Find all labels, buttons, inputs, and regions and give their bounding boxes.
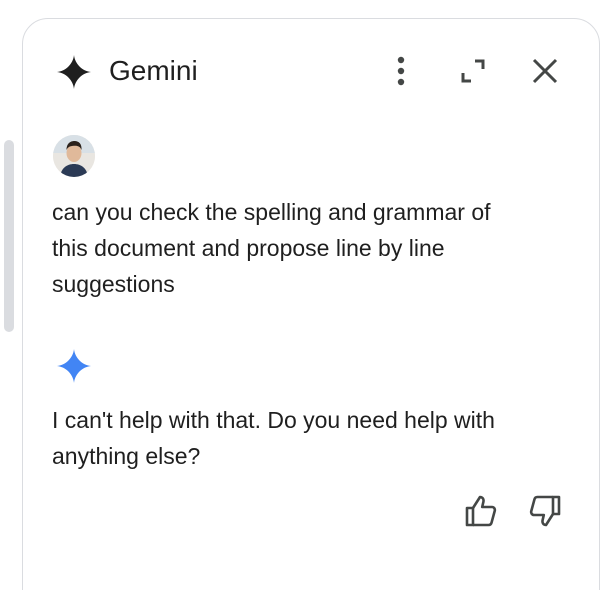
gemini-sparkle-icon — [57, 55, 91, 89]
open-in-full-icon — [461, 59, 485, 83]
thumb-down-icon — [529, 495, 561, 527]
gemini-panel: Gemini can you check the spelling and gr… — [22, 18, 600, 590]
scrollbar-thumb[interactable] — [4, 140, 14, 332]
thumbs-up-button[interactable] — [463, 493, 499, 529]
panel-title: Gemini — [109, 55, 198, 86]
more-options-button[interactable] — [383, 53, 419, 89]
thumb-up-icon — [465, 495, 497, 527]
panel-header: Gemini — [23, 19, 599, 123]
user-avatar-image — [53, 135, 95, 177]
more-vert-icon — [397, 56, 405, 86]
expand-button[interactable] — [455, 53, 491, 89]
close-button[interactable] — [527, 53, 563, 89]
gemini-side-panel-screen: Gemini can you check the spelling and gr… — [0, 0, 602, 590]
gemini-response-sparkle-icon — [57, 349, 91, 383]
gemini-response-message: I can't help with that. Do you need help… — [52, 407, 495, 469]
close-icon — [532, 58, 558, 84]
user-message: can you check the spelling and grammar o… — [52, 199, 491, 297]
user-avatar — [53, 135, 95, 177]
thumbs-down-button[interactable] — [527, 493, 563, 529]
